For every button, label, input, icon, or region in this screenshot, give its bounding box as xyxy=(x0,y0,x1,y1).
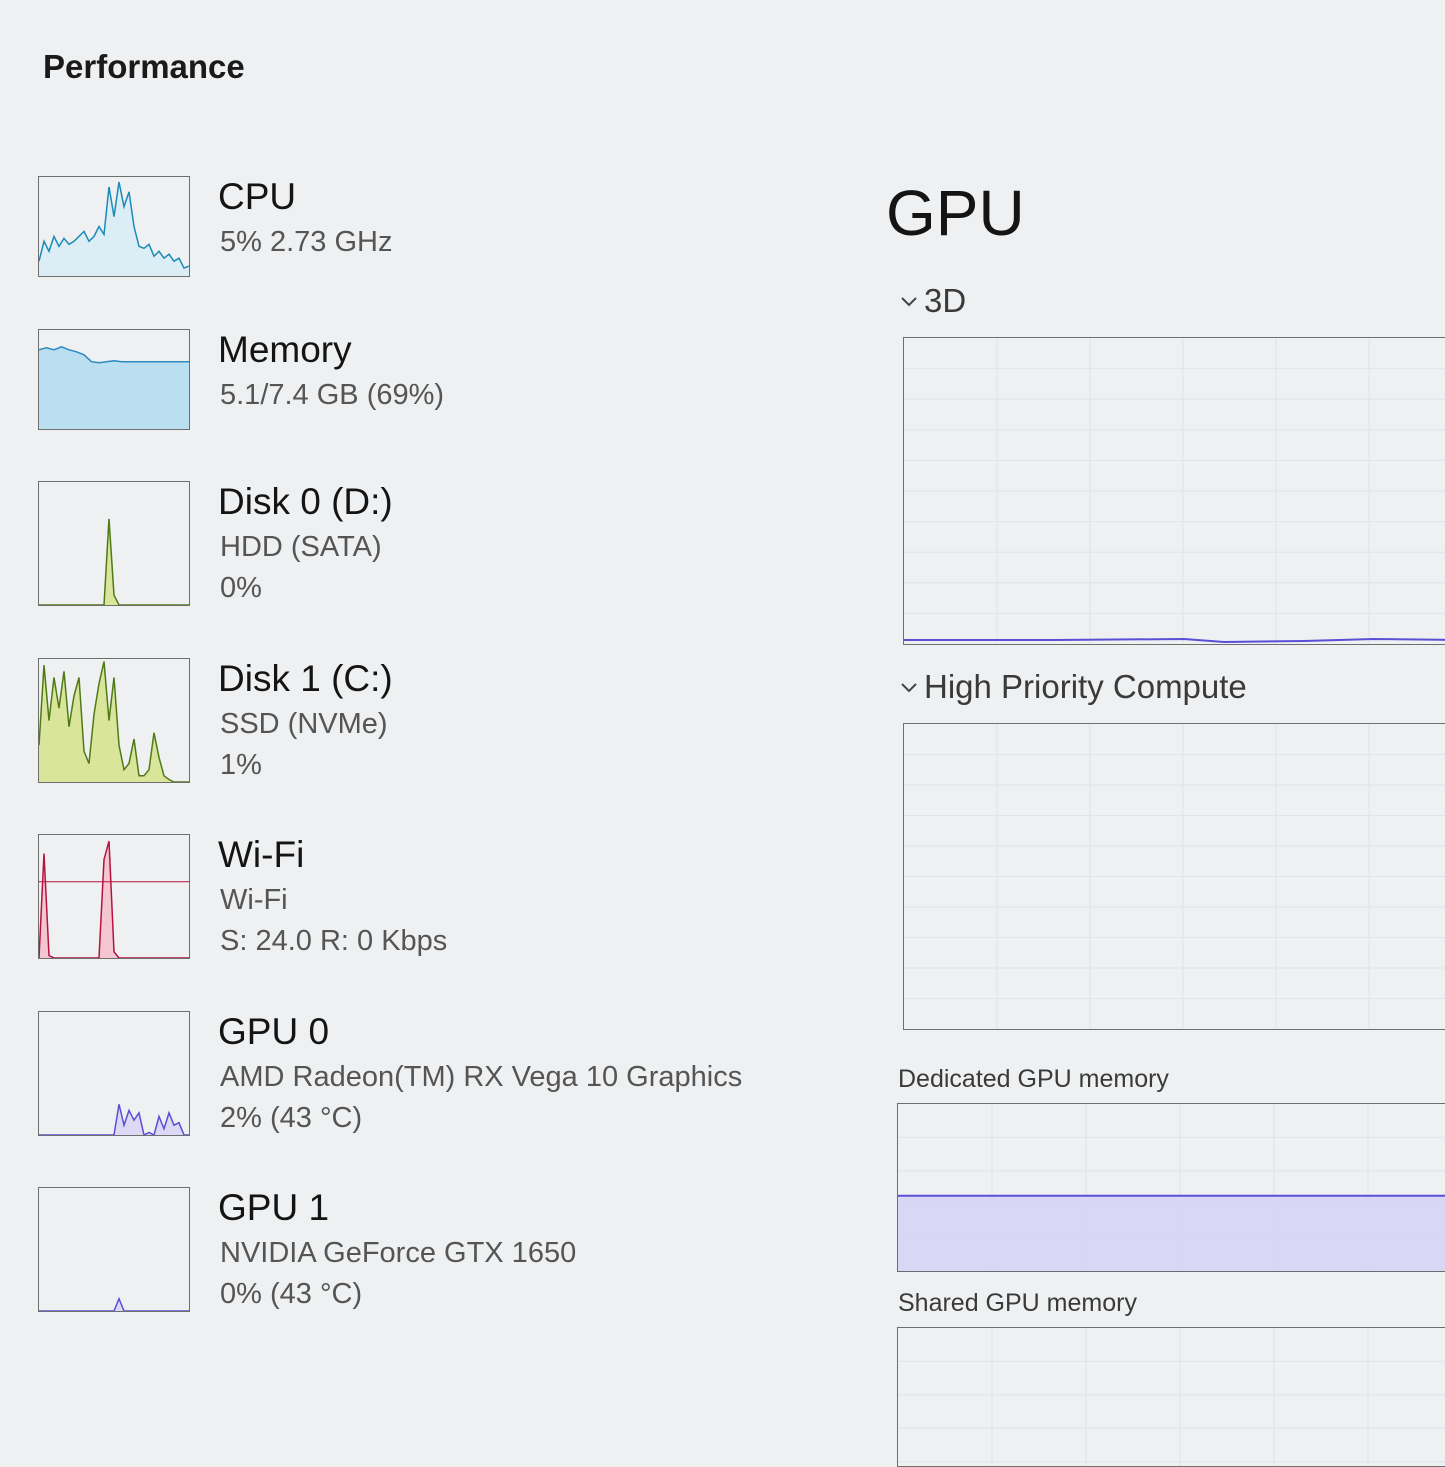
sidebar-item-usage: 2% (43 °C) xyxy=(220,1102,363,1134)
sidebar-item-title: Disk 1 (C:) xyxy=(218,658,393,699)
section-compute-header[interactable]: High Priority Compute xyxy=(900,668,1247,706)
sidebar-item-title: GPU 0 xyxy=(218,1011,330,1052)
graph-grid xyxy=(904,724,1445,1029)
chevron-down-icon xyxy=(901,683,917,693)
sidebar-item-title: Disk 0 (D:) xyxy=(218,481,393,522)
3d-usage-graph xyxy=(903,337,1445,645)
sidebar-item-detail: 5% 2.73 GHz xyxy=(220,226,393,258)
sidebar-item-gpu-1[interactable]: GPU 1 NVIDIA GeForce GTX 1650 0% (43 °C) xyxy=(38,1187,818,1315)
dedicated-memory-label: Dedicated GPU memory xyxy=(898,1065,1169,1093)
memory-graph-icon xyxy=(38,329,190,430)
sidebar-item-usage: 0% (43 °C) xyxy=(220,1278,363,1310)
sidebar-item-title: CPU xyxy=(218,176,297,217)
section-label: High Priority Compute xyxy=(924,668,1247,705)
sidebar-item-usage: 1% xyxy=(220,749,262,781)
dedicated-memory-graph xyxy=(897,1103,1445,1272)
page-title: Performance xyxy=(43,48,245,85)
cpu-graph-icon xyxy=(38,176,190,277)
sidebar-item-title: Wi-Fi xyxy=(218,834,305,875)
section-3d-header[interactable]: 3D xyxy=(900,282,966,320)
sidebar-item-detail: SSD (NVMe) xyxy=(220,708,388,740)
sidebar-item-disk-1[interactable]: Disk 1 (C:) SSD (NVMe) 1% xyxy=(38,658,818,786)
sidebar-item-detail: Wi-Fi xyxy=(220,884,288,916)
usage-area xyxy=(898,1195,1445,1271)
sidebar-item-detail: AMD Radeon(TM) RX Vega 10 Graphics xyxy=(220,1061,743,1093)
network-graph-icon xyxy=(38,834,190,959)
disk-graph-icon xyxy=(38,658,190,783)
sidebar-item-gpu-0[interactable]: GPU 0 AMD Radeon(TM) RX Vega 10 Graphics… xyxy=(38,1011,818,1139)
sidebar-item-detail: NVIDIA GeForce GTX 1650 xyxy=(220,1237,577,1269)
detail-title: GPU xyxy=(886,177,1025,249)
sidebar-item-usage: S: 24.0 R: 0 Kbps xyxy=(220,925,448,957)
shared-memory-graph xyxy=(897,1327,1445,1467)
sidebar-item-usage: 0% xyxy=(220,572,262,604)
sidebar-item-detail: HDD (SATA) xyxy=(220,531,382,563)
usage-line xyxy=(39,1296,189,1311)
usage-line xyxy=(39,518,189,605)
usage-area xyxy=(39,346,189,429)
gpu-graph-icon xyxy=(38,1011,190,1136)
graph-grid xyxy=(898,1328,1445,1466)
disk-graph-icon xyxy=(38,481,190,606)
usage-area xyxy=(39,182,189,276)
graph-grid xyxy=(904,338,1445,644)
shared-memory-label: Shared GPU memory xyxy=(898,1289,1137,1317)
section-label: 3D xyxy=(924,282,967,319)
sidebar-item-disk-0[interactable]: Disk 0 (D:) HDD (SATA) 0% xyxy=(38,481,818,609)
sidebar-item-memory[interactable]: Memory 5.1/7.4 GB (69%) xyxy=(38,329,818,457)
compute-usage-graph xyxy=(903,723,1445,1030)
gpu-graph-icon xyxy=(38,1187,190,1312)
sidebar-item-cpu[interactable]: CPU 5% 2.73 GHz xyxy=(38,176,818,304)
sidebar-item-wifi[interactable]: Wi-Fi Wi-Fi S: 24.0 R: 0 Kbps xyxy=(38,834,818,962)
usage-line xyxy=(904,637,1445,644)
sidebar-item-title: GPU 1 xyxy=(218,1187,330,1228)
sidebar-item-detail: 5.1/7.4 GB (69%) xyxy=(220,379,445,411)
sidebar-item-title: Memory xyxy=(218,329,352,370)
chevron-down-icon xyxy=(901,297,917,307)
usage-line xyxy=(39,841,189,958)
